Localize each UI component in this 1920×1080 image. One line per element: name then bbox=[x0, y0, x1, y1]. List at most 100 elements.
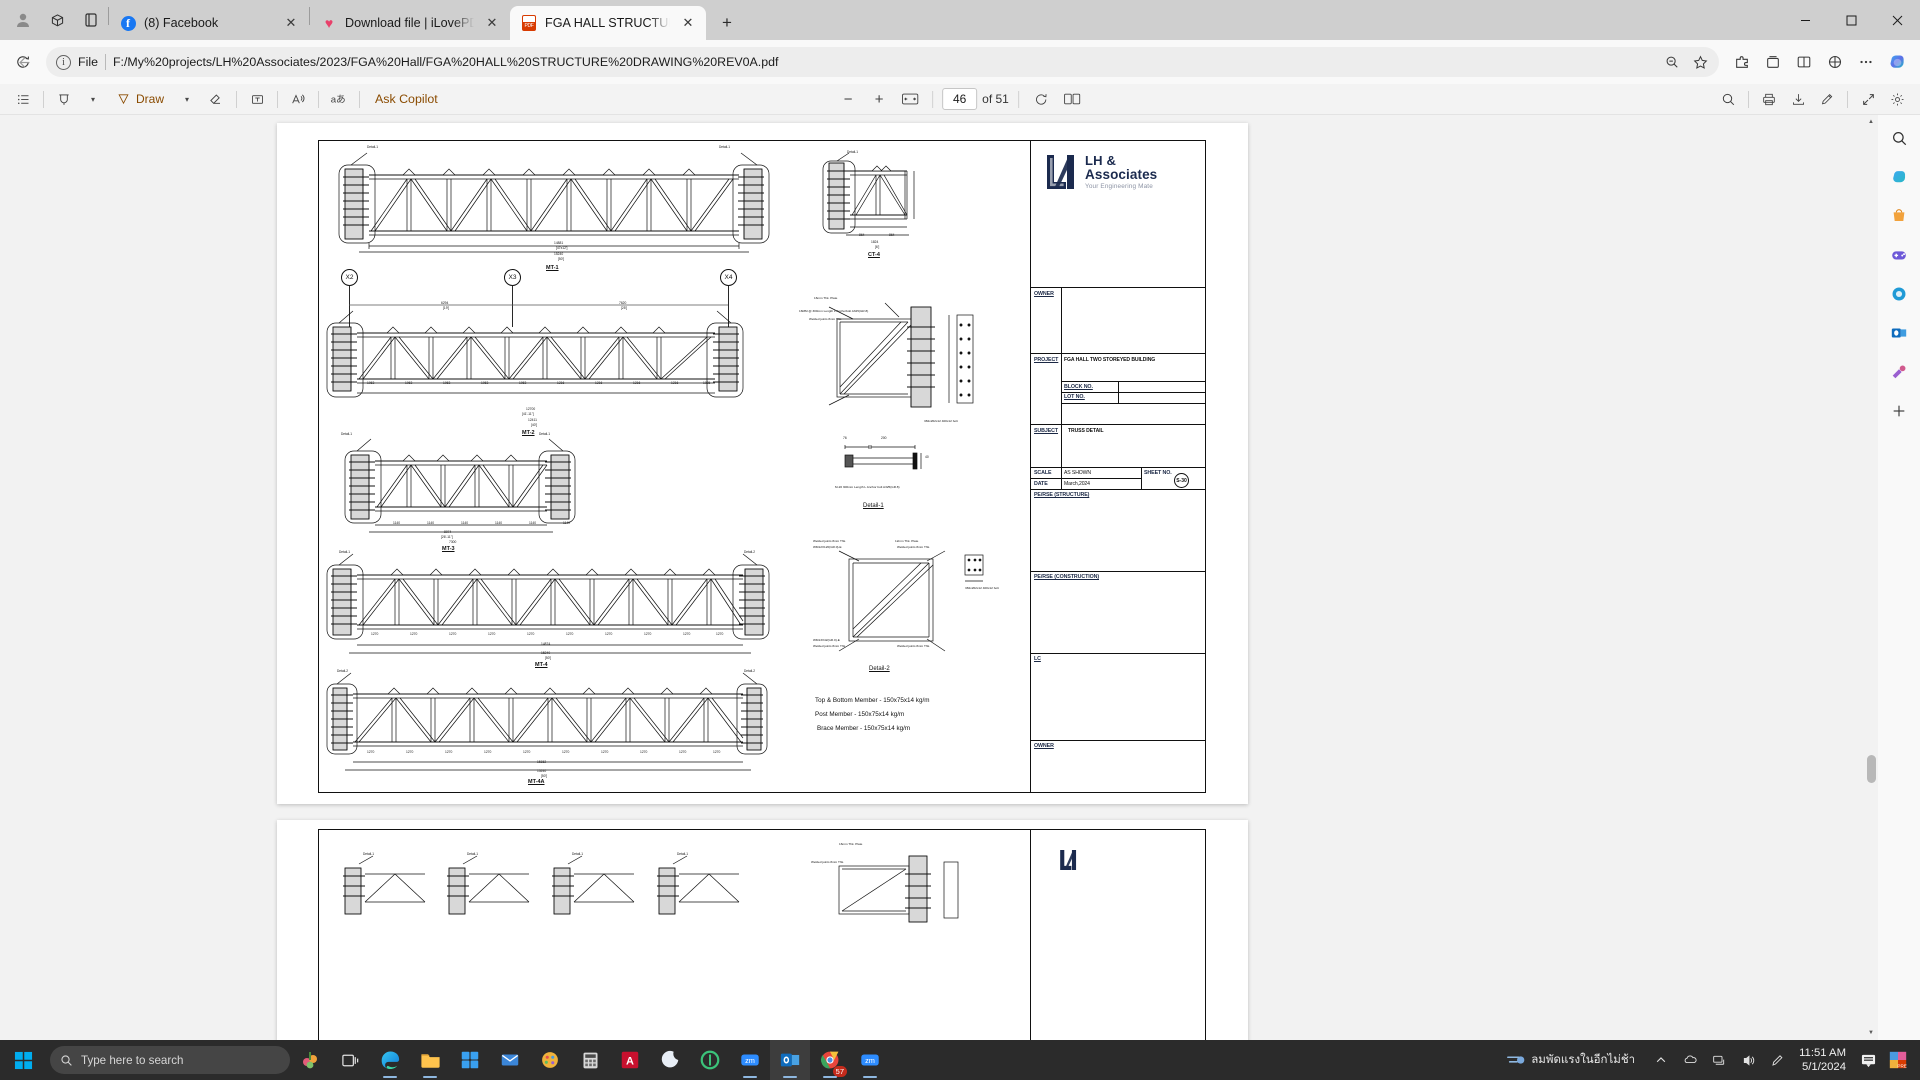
zoom-in-button[interactable]: + bbox=[866, 87, 892, 111]
copilot-icon[interactable] bbox=[1884, 162, 1914, 192]
erase-icon[interactable] bbox=[203, 87, 229, 111]
weather-text[interactable]: ลมพัดแรงในอีกไม่ช้า bbox=[1531, 1051, 1635, 1069]
taskbar-clock[interactable]: 11:51 AM 5/1/2024 bbox=[1793, 1046, 1852, 1074]
extensions-icon[interactable] bbox=[1727, 47, 1757, 77]
page-count-label: of 51 bbox=[982, 92, 1009, 106]
browser-essentials-icon[interactable] bbox=[1884, 279, 1914, 309]
print-icon[interactable] bbox=[1756, 87, 1782, 111]
tools-icon[interactable] bbox=[1884, 357, 1914, 387]
games-icon[interactable] bbox=[1884, 240, 1914, 270]
browser-essentials-icon[interactable] bbox=[1820, 47, 1850, 77]
pdf-vertical-scrollbar[interactable]: ▲ ▼ bbox=[1864, 115, 1878, 1040]
scroll-up-arrow[interactable]: ▲ bbox=[1864, 115, 1878, 129]
outlook-icon[interactable] bbox=[1884, 318, 1914, 348]
split-screen-icon[interactable] bbox=[1789, 47, 1819, 77]
zoom-out-icon[interactable] bbox=[1659, 49, 1685, 75]
settings-icon[interactable] bbox=[1884, 87, 1910, 111]
copilot-icon[interactable] bbox=[1882, 47, 1912, 77]
page-view-icon[interactable] bbox=[1059, 87, 1085, 111]
collections-icon[interactable] bbox=[1758, 47, 1788, 77]
tab-actions-button[interactable] bbox=[74, 3, 108, 37]
dim-mt3-bay-4: 1140 bbox=[495, 521, 503, 525]
back-icon[interactable] bbox=[8, 47, 38, 77]
browser-tab-strip: f (8) Facebook ✕ ♥ Download file | iLove… bbox=[0, 0, 1920, 40]
search-icon[interactable] bbox=[1884, 123, 1914, 153]
edge-icon[interactable] bbox=[370, 1040, 410, 1080]
more-options-icon[interactable] bbox=[1851, 47, 1881, 77]
taskbar-search-placeholder: Type here to search bbox=[81, 1053, 184, 1067]
tb-line bbox=[1031, 489, 1205, 490]
rotate-icon[interactable] bbox=[1028, 87, 1054, 111]
file-explorer-icon[interactable] bbox=[410, 1040, 450, 1080]
tab-close-icon[interactable]: ✕ bbox=[281, 13, 301, 33]
app-icon[interactable] bbox=[690, 1040, 730, 1080]
pdf-app-tray-icon[interactable]: PRE bbox=[1884, 1040, 1912, 1080]
save-icon[interactable] bbox=[1785, 87, 1811, 111]
browser-tab-active[interactable]: FGA HALL STRUCTURE DRAWING ✕ bbox=[510, 6, 706, 40]
highlight-icon[interactable] bbox=[51, 87, 77, 111]
start-button[interactable] bbox=[0, 1040, 46, 1080]
mail-icon[interactable] bbox=[490, 1040, 530, 1080]
tab-copilot-button[interactable] bbox=[40, 3, 74, 37]
draw-button[interactable]: Draw bbox=[109, 87, 171, 111]
tab-close-icon[interactable]: ✕ bbox=[482, 13, 502, 33]
dim-mt2-overall: 12411 bbox=[528, 418, 537, 422]
show-hidden-icons[interactable] bbox=[1648, 1040, 1674, 1080]
add-icon[interactable] bbox=[1884, 396, 1914, 426]
favorite-star-icon[interactable] bbox=[1687, 49, 1713, 75]
network-icon[interactable] bbox=[1706, 1040, 1732, 1080]
fit-to-page-icon[interactable] bbox=[897, 87, 923, 111]
profile-button[interactable] bbox=[6, 3, 40, 37]
pinned-app-icon[interactable] bbox=[290, 1040, 330, 1080]
pdf-file-icon bbox=[521, 15, 537, 31]
volume-icon[interactable] bbox=[1735, 1040, 1761, 1080]
dim-mt4-bay-2: 1270 bbox=[410, 632, 418, 636]
address-bar[interactable]: i File F:/My%20projects/LH%20Associates/… bbox=[46, 47, 1719, 77]
fullscreen-icon[interactable] bbox=[1855, 87, 1881, 111]
scroll-down-arrow[interactable]: ▼ bbox=[1864, 1026, 1878, 1040]
outlook-icon[interactable] bbox=[770, 1040, 810, 1080]
new-tab-button[interactable]: + bbox=[712, 8, 742, 38]
highlight-dropdown-icon[interactable]: ▾ bbox=[80, 87, 106, 111]
dim-ct4-total: 1824 bbox=[871, 240, 879, 244]
dim-ct4-b: 864 bbox=[889, 233, 895, 237]
search-icon[interactable] bbox=[1715, 87, 1741, 111]
annotate-icon[interactable] bbox=[1814, 87, 1840, 111]
task-view-icon[interactable] bbox=[330, 1040, 370, 1080]
onedrive-icon[interactable] bbox=[1677, 1040, 1703, 1080]
paint-icon[interactable] bbox=[530, 1040, 570, 1080]
read-aloud-icon[interactable] bbox=[285, 87, 311, 111]
browser-tab[interactable]: f (8) Facebook ✕ bbox=[109, 6, 309, 40]
draw-dropdown-icon[interactable]: ▾ bbox=[174, 87, 200, 111]
minimize-button[interactable] bbox=[1782, 0, 1828, 40]
table-of-contents-icon[interactable] bbox=[10, 87, 36, 111]
ask-copilot-button[interactable]: Ask Copilot bbox=[367, 87, 446, 111]
close-button[interactable] bbox=[1874, 0, 1920, 40]
autocad-icon[interactable]: A bbox=[610, 1040, 650, 1080]
shopping-icon[interactable] bbox=[1884, 201, 1914, 231]
notifications-icon[interactable] bbox=[1855, 1040, 1881, 1080]
calculator-icon[interactable] bbox=[570, 1040, 610, 1080]
page-number-input[interactable]: 46 bbox=[942, 88, 978, 110]
scroll-thumb[interactable] bbox=[1867, 755, 1876, 783]
dim-ct4-bracket: [6'] bbox=[875, 245, 880, 249]
weather-icon[interactable] bbox=[1506, 1051, 1528, 1069]
svg-text:A: A bbox=[626, 1056, 634, 1068]
translate-icon[interactable]: aあ bbox=[326, 87, 352, 111]
dim-mt2-total: 12700 bbox=[526, 407, 536, 411]
truss-mt4-drawing bbox=[326, 553, 770, 654]
zoom-meeting-icon[interactable]: zm bbox=[850, 1040, 890, 1080]
taskbar-search[interactable]: Type here to search bbox=[50, 1046, 290, 1074]
add-text-icon[interactable] bbox=[244, 87, 270, 111]
zoom-out-button[interactable]: − bbox=[835, 87, 861, 111]
zoom-icon[interactable]: zm bbox=[730, 1040, 770, 1080]
tab-close-icon[interactable]: ✕ bbox=[678, 13, 698, 33]
pdf-scroll-area[interactable]: LH & Associates Your Engineering Mate OW… bbox=[0, 115, 1920, 1040]
browser-tab[interactable]: ♥ Download file | iLovePDF ✕ bbox=[310, 6, 510, 40]
maximize-button[interactable] bbox=[1828, 0, 1874, 40]
detail-annotation-bolt-note: 382x262x12 400x12 bolt bbox=[924, 419, 958, 423]
microsoft-store-icon[interactable] bbox=[450, 1040, 490, 1080]
moon-icon[interactable] bbox=[650, 1040, 690, 1080]
chrome-icon[interactable]: 57 bbox=[810, 1040, 850, 1080]
pen-icon[interactable] bbox=[1764, 1040, 1790, 1080]
